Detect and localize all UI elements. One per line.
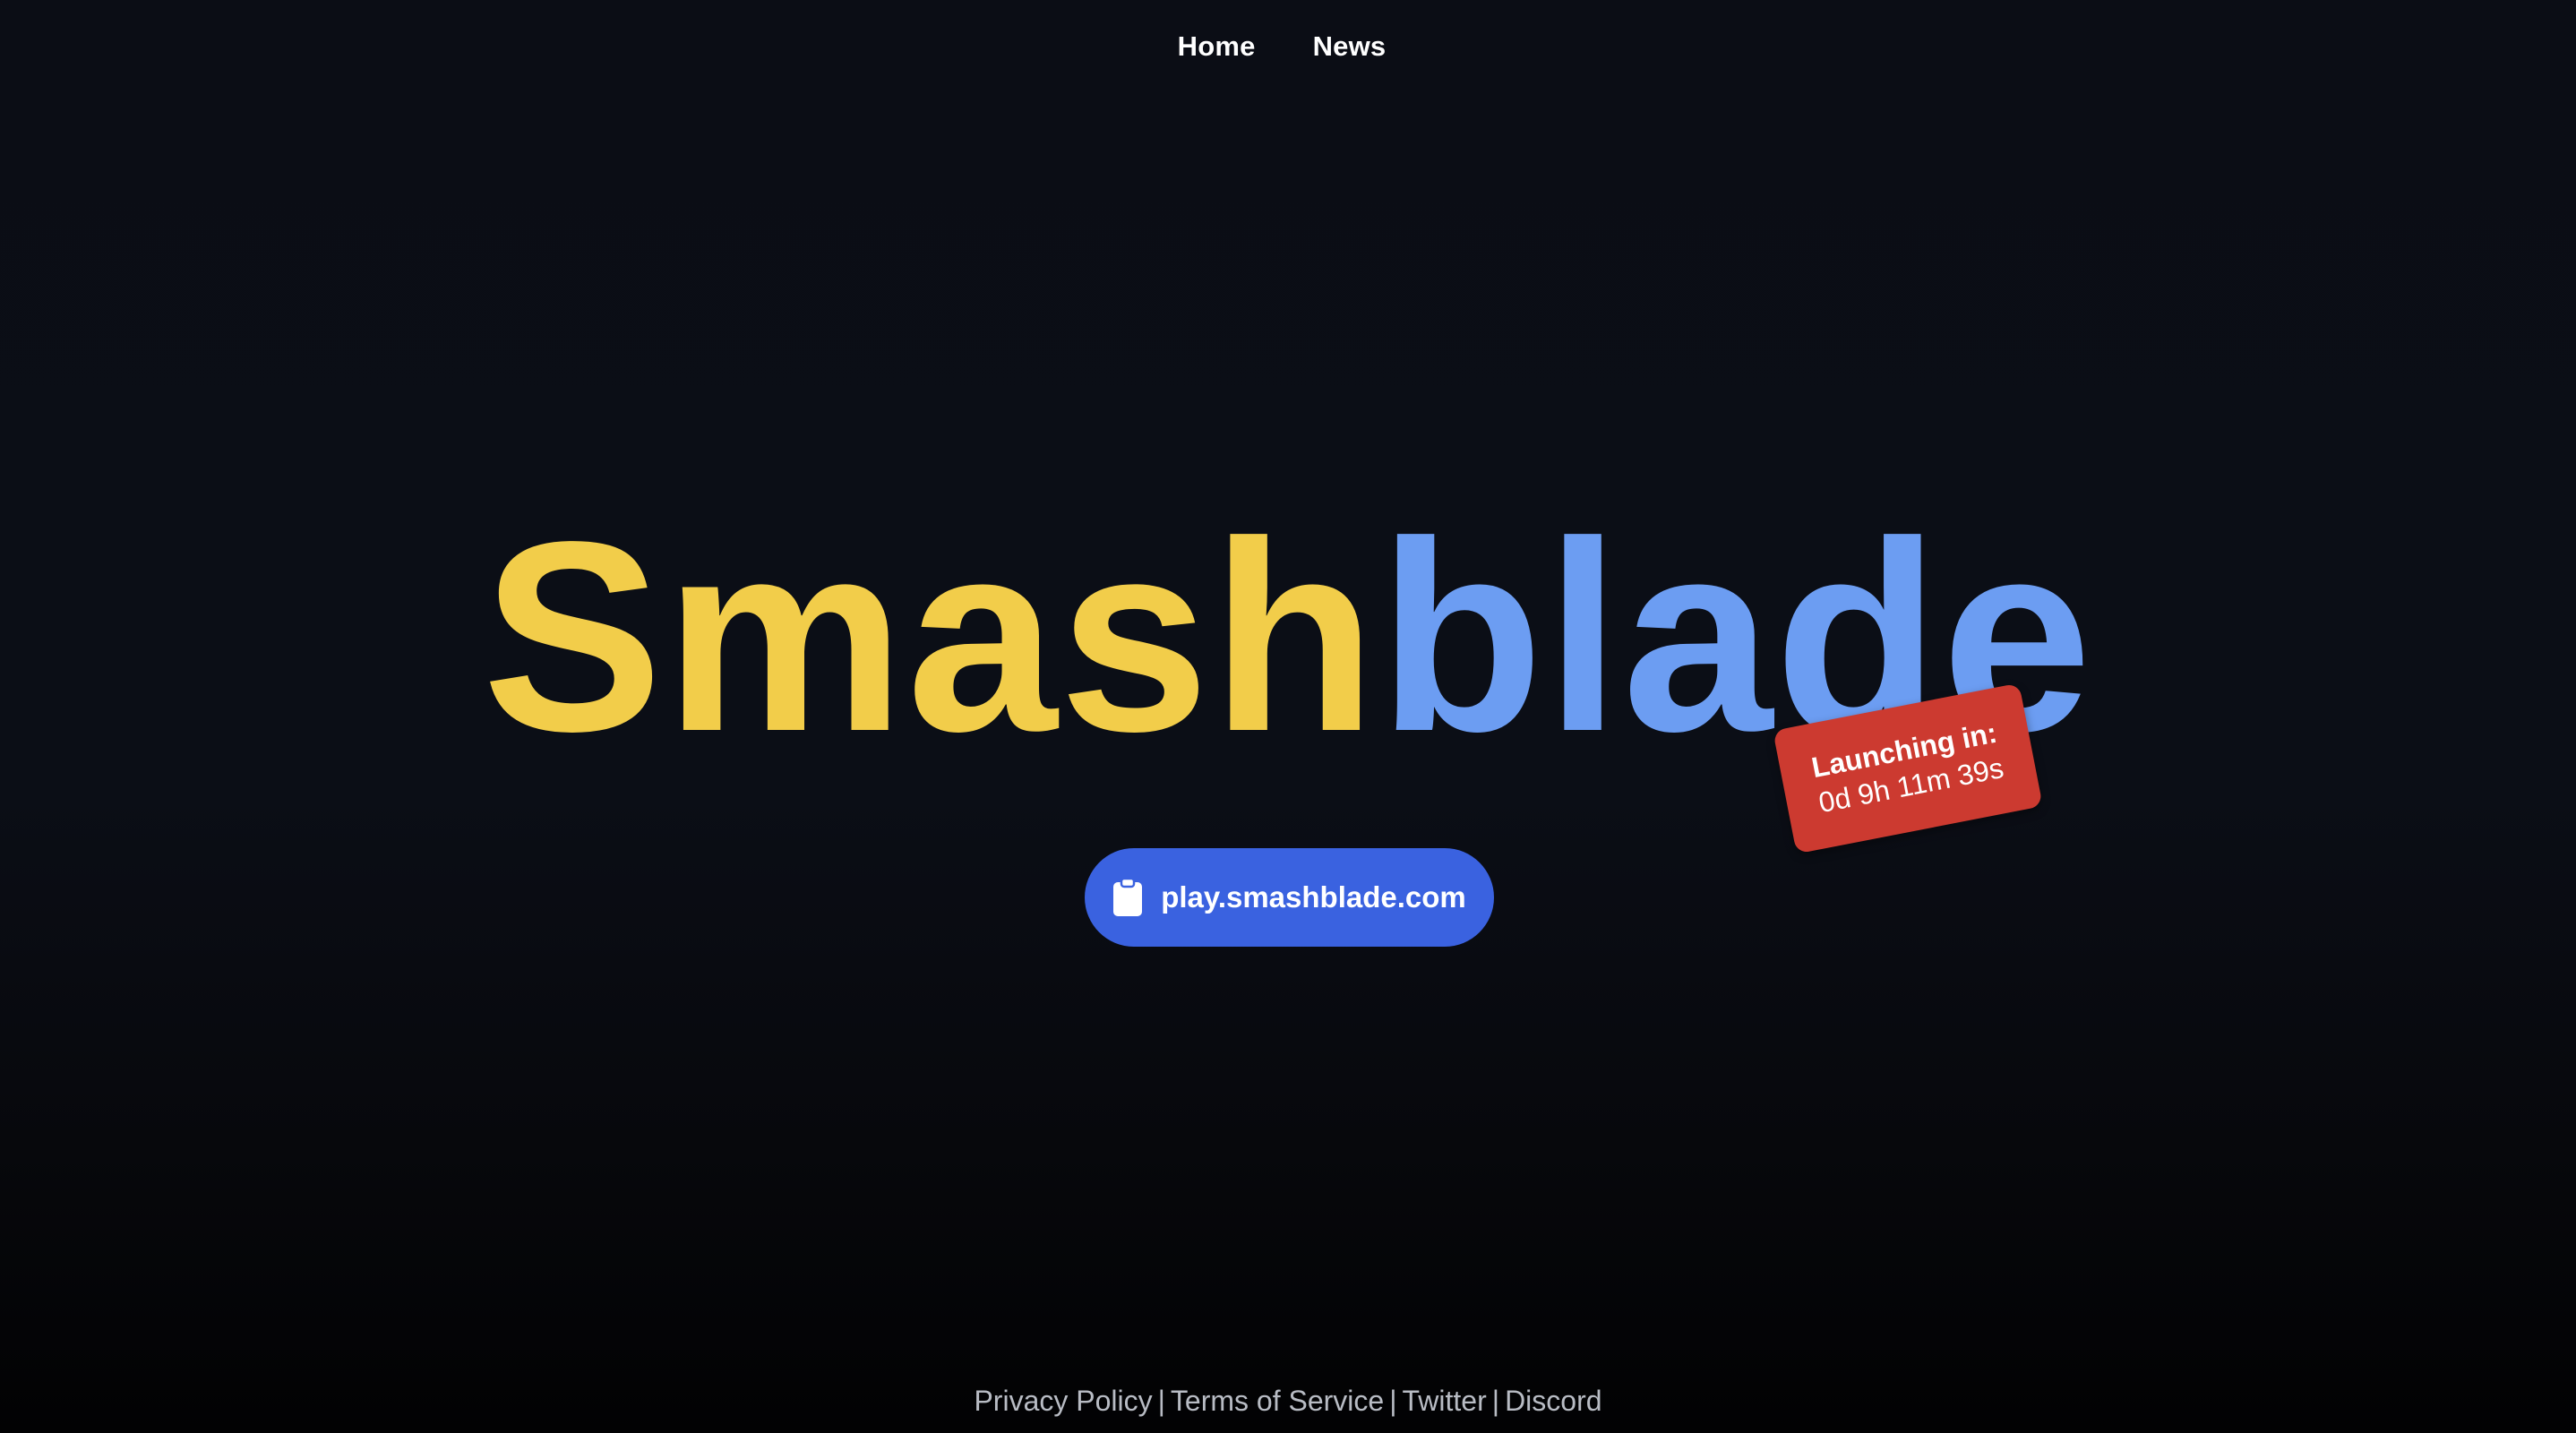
footer-discord-link[interactable]: Discord [1505,1385,1601,1417]
hero-title-smash: Smash [482,485,1378,787]
footer-separator: | [1157,1385,1165,1417]
nav-home-link[interactable]: Home [1178,27,1256,66]
footer-separator: | [1389,1385,1397,1417]
top-nav: Home News [0,27,2576,66]
hero-title: Smashblade [0,502,2576,772]
footer-privacy-policy-link[interactable]: Privacy Policy [974,1385,1152,1417]
nav-news-link[interactable]: News [1313,27,1387,66]
server-address-label: play.smashblade.com [1161,880,1466,914]
footer-twitter-link[interactable]: Twitter [1403,1385,1487,1417]
footer-terms-of-service-link[interactable]: Terms of Service [1171,1385,1384,1417]
footer-separator: | [1491,1385,1500,1417]
footer: Privacy Policy | Terms of Service | Twitter |… [0,1385,2576,1418]
copy-server-address-button[interactable]: play.smashblade.com [1085,848,1494,947]
clipboard-icon [1112,878,1143,917]
